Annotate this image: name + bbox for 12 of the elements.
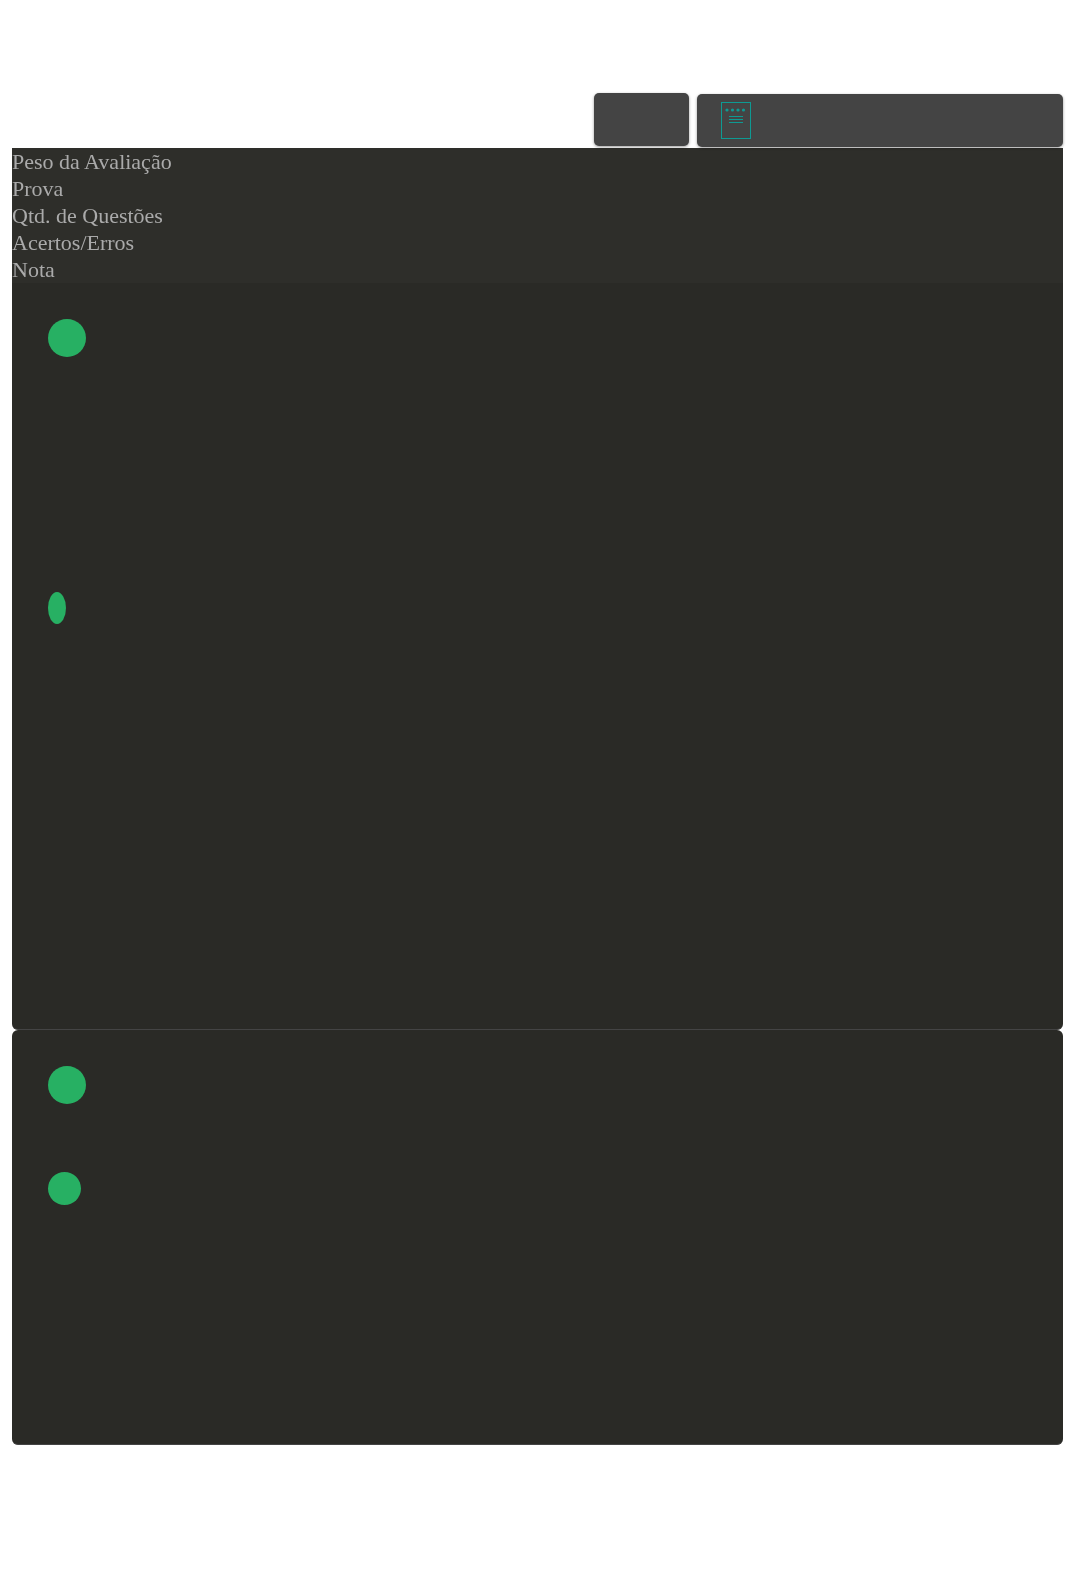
status-dot xyxy=(48,1172,81,1205)
document-button[interactable] xyxy=(697,94,1063,147)
column-label: Acertos/Erros xyxy=(12,229,136,256)
column-label: Nota xyxy=(12,256,56,283)
status-dot xyxy=(48,592,66,624)
status-dot xyxy=(48,1066,86,1104)
toolbar-button[interactable] xyxy=(594,93,689,146)
column-label: Qtd. de Questões xyxy=(12,202,164,229)
column-label: Peso da Avaliação xyxy=(12,148,173,175)
status-dot xyxy=(48,319,86,357)
column-label: Prova xyxy=(12,175,65,202)
document-icon xyxy=(721,102,751,139)
